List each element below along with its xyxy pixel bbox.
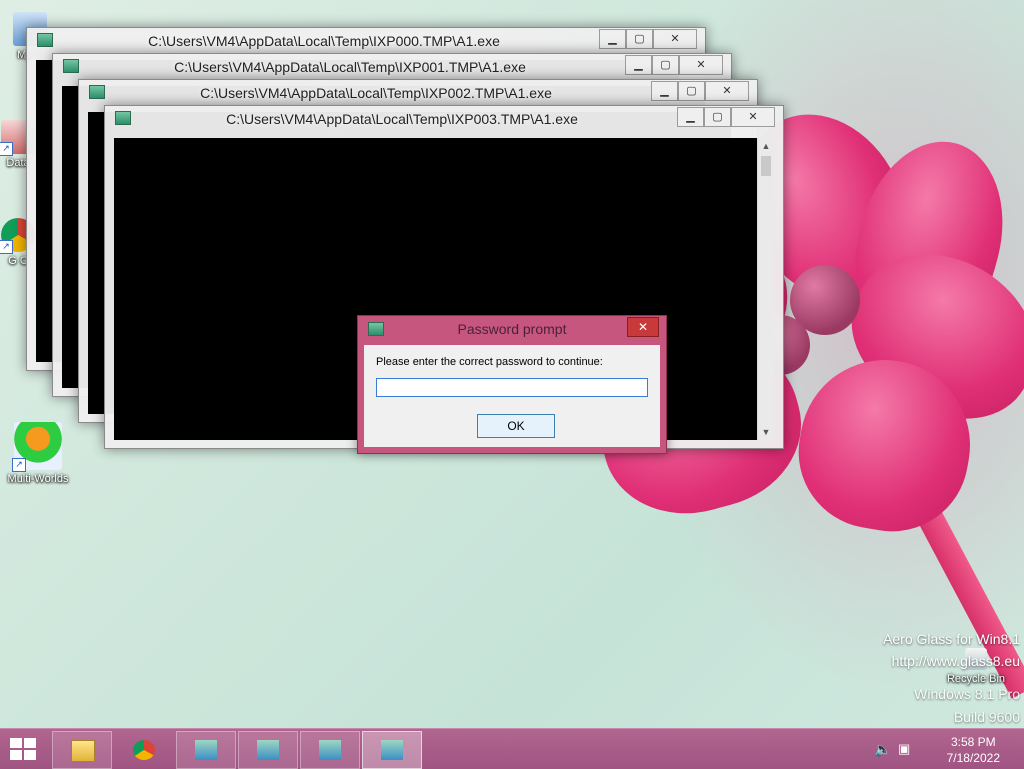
desktop-icon-multi-worlds[interactable]: ↗ Multi-Worlds: [0, 422, 76, 485]
maximize-button[interactable]: ▢: [626, 29, 653, 49]
watermark-line-4: Build 9600: [953, 709, 1020, 725]
maximize-button[interactable]: ▢: [704, 107, 731, 127]
clock-time: 3:58 PM: [950, 735, 996, 749]
file-explorer-icon: [71, 740, 95, 762]
watermark-line-1: Aero Glass for Win8.1: [883, 631, 1020, 647]
minimize-button[interactable]: ▁: [651, 81, 678, 101]
dialog-body: Please enter the correct password to con…: [364, 345, 660, 447]
taskbar-app-4[interactable]: [362, 731, 422, 769]
scroll-up-icon[interactable]: ▲: [758, 138, 774, 154]
desktop: My C ↗ Data ↗ G C ↗ Multi-Worlds Recycle…: [0, 0, 1024, 728]
vertical-scrollbar[interactable]: ▲ ▼: [757, 138, 774, 440]
window-title: C:\Users\VM4\AppData\Local\Temp\IXP003.T…: [226, 111, 578, 127]
password-input[interactable]: [376, 378, 648, 397]
installer-icon: [381, 740, 403, 760]
scroll-thumb[interactable]: [761, 156, 771, 176]
chrome-icon: [133, 740, 155, 760]
scroll-down-icon[interactable]: ▼: [758, 424, 774, 440]
close-button[interactable]: ✕: [705, 81, 749, 101]
password-prompt-label: Please enter the correct password to con…: [376, 356, 603, 368]
installer-icon: [319, 740, 341, 760]
minimize-button[interactable]: ▁: [677, 107, 704, 127]
volume-muted-icon[interactable]: 🔈: [874, 741, 891, 758]
taskbar-app-3[interactable]: [300, 731, 360, 769]
taskbar-file-explorer[interactable]: [52, 731, 112, 769]
maximize-button[interactable]: ▢: [652, 55, 679, 75]
app-icon: [63, 59, 79, 73]
dialog-close-button[interactable]: ✕: [627, 317, 659, 337]
app-icon: [89, 85, 105, 99]
minimize-button[interactable]: ▁: [625, 55, 652, 75]
taskbar-chrome[interactable]: [114, 731, 174, 769]
installer-icon: [195, 740, 217, 760]
start-button[interactable]: [10, 738, 38, 760]
network-icon[interactable]: ▣: [898, 741, 910, 757]
system-tray: 🔈 ▣ 3:58 PM 7/18/2022: [824, 729, 1024, 769]
window-title: C:\Users\VM4\AppData\Local\Temp\IXP002.T…: [200, 85, 552, 101]
clock-date: 7/18/2022: [946, 751, 1000, 765]
watermark-line-3: Windows 8.1 Pro: [914, 686, 1020, 702]
windows-logo-icon: [10, 738, 22, 748]
installer-icon: [257, 740, 279, 760]
dialog-title: Password prompt: [457, 321, 567, 337]
maximize-button[interactable]: ▢: [678, 81, 705, 101]
taskbar-app-1[interactable]: [176, 731, 236, 769]
window-title: C:\Users\VM4\AppData\Local\Temp\IXP000.T…: [148, 33, 500, 49]
ok-button[interactable]: OK: [477, 414, 555, 438]
password-dialog[interactable]: Password prompt ✕ Please enter the corre…: [357, 315, 667, 454]
watermark-line-2: http://www.glass8.eu: [891, 653, 1020, 669]
close-button[interactable]: ✕: [653, 29, 697, 49]
clock[interactable]: 3:58 PM 7/18/2022: [947, 734, 1000, 766]
multi-worlds-icon: ↗: [12, 422, 62, 472]
app-icon: [37, 33, 53, 47]
app-icon: [115, 111, 131, 125]
minimize-button[interactable]: ▁: [599, 29, 626, 49]
taskbar: 🔈 ▣ 3:58 PM 7/18/2022: [0, 728, 1024, 769]
window-title: C:\Users\VM4\AppData\Local\Temp\IXP001.T…: [174, 59, 526, 75]
close-button[interactable]: ✕: [679, 55, 723, 75]
close-button[interactable]: ✕: [731, 107, 775, 127]
taskbar-app-2[interactable]: [238, 731, 298, 769]
